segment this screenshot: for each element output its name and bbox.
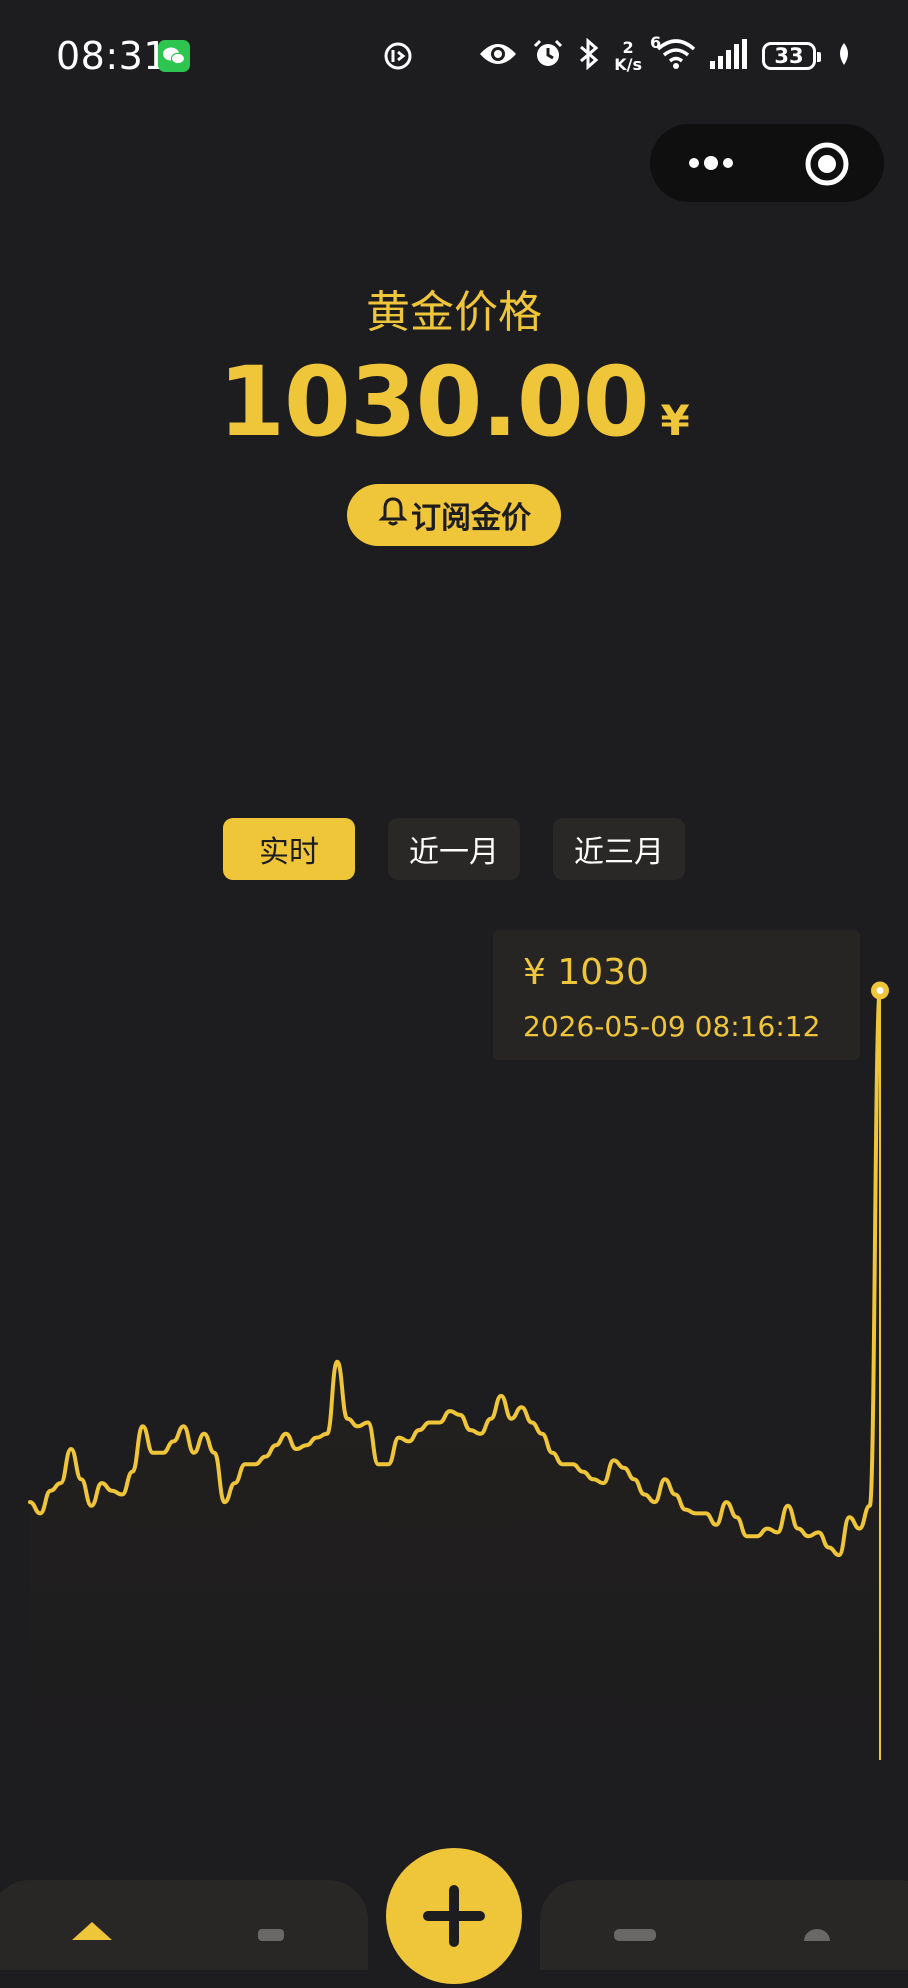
calculator-icon[interactable] [256, 1926, 286, 1945]
battery-indicator: 33 [762, 42, 821, 70]
status-time: 08:31 [56, 34, 169, 78]
page-title: 黄金价格 [366, 287, 542, 338]
tabbar-right [540, 1880, 908, 1970]
miniprogram-capsule [650, 124, 884, 202]
plus-icon [423, 1885, 485, 1947]
eye-icon [478, 40, 518, 72]
chart-area-fill [30, 990, 880, 1760]
tab-last-three-months[interactable]: 近三月 [553, 818, 685, 880]
bluetooth-icon [578, 37, 600, 74]
tab-realtime[interactable]: 实时 [223, 818, 355, 880]
tooltip-time: 2026-05-09 08:16:12 [523, 1010, 821, 1043]
price-value: 1030.00 [218, 346, 649, 458]
chart-tooltip: ¥ 1030 2026-05-09 08:16:12 [493, 930, 860, 1060]
wechat-notification-icon [158, 40, 190, 72]
chart-tab-icon[interactable] [614, 1926, 656, 1945]
leaf-icon [836, 41, 852, 71]
current-price: 1030.00 ¥ [0, 346, 908, 458]
price-currency: ¥ [660, 396, 690, 445]
add-button[interactable] [386, 1848, 522, 1984]
more-dots-icon[interactable] [686, 149, 736, 181]
profile-icon[interactable] [802, 1926, 832, 1953]
subscribe-label: 订阅金价 [411, 501, 531, 536]
alarm-icon [532, 38, 564, 74]
tab-last-month[interactable]: 近一月 [388, 818, 520, 880]
signal-icon [710, 39, 748, 73]
highlight-point-center [876, 986, 884, 994]
status-bar: 08:31 2 K/s 6 33 [0, 0, 908, 112]
subscribe-price-button[interactable]: 订阅金价 [347, 484, 561, 546]
wifi-icon: 6 [650, 33, 696, 73]
tooltip-price: ¥ 1030 [523, 952, 649, 993]
sync-icon [382, 40, 414, 76]
status-icons: 2 K/s 6 33 [478, 33, 852, 78]
home-icon[interactable] [72, 1920, 112, 1944]
net-speed: 2 K/s [614, 38, 642, 74]
target-close-icon[interactable] [804, 141, 850, 191]
tabbar-left [0, 1880, 368, 1970]
bell-icon [377, 495, 409, 535]
